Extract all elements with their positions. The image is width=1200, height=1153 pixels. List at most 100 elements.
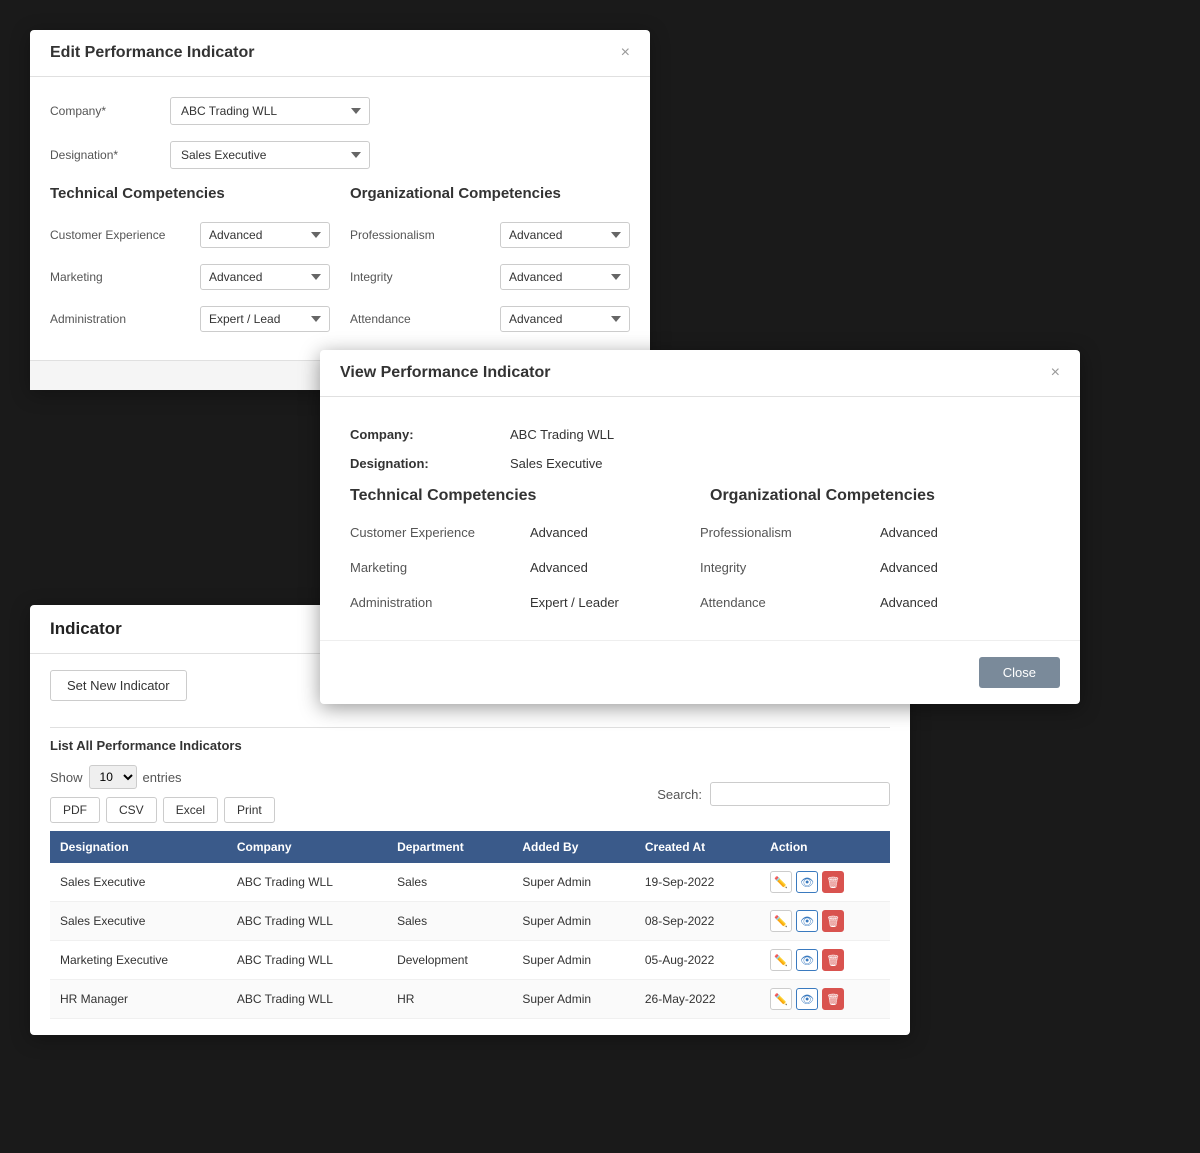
- org-competency-select-1[interactable]: Advanced: [500, 264, 630, 290]
- set-new-indicator-button[interactable]: Set New Indicator: [50, 670, 187, 701]
- designation-label: Designation*: [50, 148, 170, 162]
- view-designation-value: Sales Executive: [510, 456, 603, 471]
- view-org-row-0: Professionalism Advanced: [700, 515, 1050, 550]
- view-action-button[interactable]: 👁: [796, 910, 818, 932]
- view-tech-value-2: Expert / Leader: [530, 595, 619, 610]
- pdf-export-button[interactable]: PDF: [50, 797, 100, 823]
- delete-action-button[interactable]: 🗑: [822, 949, 844, 971]
- delete-action-button[interactable]: 🗑: [822, 988, 844, 1010]
- table-header-row: Designation Company Department Added By …: [50, 831, 890, 863]
- view-designation-label: Designation:: [350, 456, 510, 471]
- csv-export-button[interactable]: CSV: [106, 797, 157, 823]
- view-org-row-2: Attendance Advanced: [700, 585, 1050, 620]
- view-modal-header: View Performance Indicator ×: [320, 350, 1080, 397]
- cell-department: HR: [387, 980, 512, 1019]
- edit-modal-title: Edit Performance Indicator: [50, 44, 255, 62]
- tech-competency-select-1[interactable]: Advanced: [200, 264, 330, 290]
- tech-competency-label-2: Administration: [50, 312, 200, 326]
- table-row: Sales Executive ABC Trading WLL Sales Su…: [50, 902, 890, 941]
- cell-designation: Sales Executive: [50, 902, 227, 941]
- view-tech-row-1: Marketing Advanced: [350, 550, 700, 585]
- edit-modal-close-button[interactable]: ×: [621, 44, 630, 62]
- delete-action-button[interactable]: 🗑: [822, 871, 844, 893]
- designation-select[interactable]: Sales Executive: [170, 141, 370, 169]
- col-company: Company: [227, 831, 387, 863]
- cell-created-at: 26-May-2022: [635, 980, 760, 1019]
- tech-competency-label-1: Marketing: [50, 270, 200, 284]
- view-section-headers: Technical Competencies Organizational Co…: [350, 487, 1050, 505]
- edit-action-button[interactable]: ✏️: [770, 871, 792, 893]
- cell-department: Sales: [387, 863, 512, 902]
- org-competency-row-1: Integrity Advanced: [350, 256, 630, 298]
- company-select[interactable]: ABC Trading WLL: [170, 97, 370, 125]
- view-org-value-2: Advanced: [880, 595, 938, 610]
- tech-competency-select-0[interactable]: Advanced: [200, 222, 330, 248]
- tech-competency-select-2[interactable]: Expert / Lead: [200, 306, 330, 332]
- left-controls: Show 10 entries PDF CSV Excel Print: [50, 765, 275, 823]
- cell-company: ABC Trading WLL: [227, 902, 387, 941]
- cell-action: ✏️ 👁 🗑: [760, 941, 890, 980]
- cell-added-by: Super Admin: [512, 941, 635, 980]
- view-org-label-1: Integrity: [700, 560, 880, 575]
- org-competency-label-0: Professionalism: [350, 228, 500, 242]
- edit-organizational-title: Organizational Competencies: [350, 185, 630, 202]
- edit-competencies-grid: Customer Experience Advanced Marketing A…: [50, 214, 630, 340]
- view-org-label-2: Attendance: [700, 595, 880, 610]
- cell-created-at: 05-Aug-2022: [635, 941, 760, 980]
- cell-company: ABC Trading WLL: [227, 980, 387, 1019]
- view-organizational-col: Professionalism Advanced Integrity Advan…: [700, 515, 1050, 620]
- view-action-button[interactable]: 👁: [796, 988, 818, 1010]
- org-competency-row-2: Attendance Advanced: [350, 298, 630, 340]
- col-added-by: Added By: [512, 831, 635, 863]
- org-competency-label-2: Attendance: [350, 312, 500, 326]
- edit-action-button[interactable]: ✏️: [770, 988, 792, 1010]
- view-designation-row: Designation: Sales Executive: [350, 456, 1050, 471]
- cell-action: ✏️ 👁 🗑: [760, 980, 890, 1019]
- view-technical-title: Technical Competencies: [350, 487, 690, 505]
- cell-action: ✏️ 👁 🗑: [760, 863, 890, 902]
- view-org-value-1: Advanced: [880, 560, 938, 575]
- list-all-highlight: Performance Indicators: [96, 738, 241, 753]
- tech-competency-row-0: Customer Experience Advanced: [50, 214, 330, 256]
- col-action: Action: [760, 831, 890, 863]
- tech-competency-row-2: Administration Expert / Lead: [50, 298, 330, 340]
- search-input[interactable]: [710, 782, 890, 806]
- edit-action-button[interactable]: ✏️: [770, 949, 792, 971]
- view-modal-footer: Close: [320, 640, 1080, 704]
- view-company-value: ABC Trading WLL: [510, 427, 614, 442]
- view-tech-label-1: Marketing: [350, 560, 530, 575]
- view-tech-value-0: Advanced: [530, 525, 588, 540]
- cell-added-by: Super Admin: [512, 980, 635, 1019]
- org-competency-select-2[interactable]: Advanced: [500, 306, 630, 332]
- cell-designation: Marketing Executive: [50, 941, 227, 980]
- indicator-panel-title: Indicator: [50, 619, 122, 638]
- view-action-button[interactable]: 👁: [796, 871, 818, 893]
- cell-company: ABC Trading WLL: [227, 941, 387, 980]
- table-row: Sales Executive ABC Trading WLL Sales Su…: [50, 863, 890, 902]
- print-export-button[interactable]: Print: [224, 797, 275, 823]
- view-performance-modal: View Performance Indicator × Company: AB…: [320, 350, 1080, 704]
- view-close-button[interactable]: Close: [979, 657, 1060, 688]
- action-icons: ✏️ 👁 🗑: [770, 988, 880, 1010]
- view-company-row: Company: ABC Trading WLL: [350, 427, 1050, 442]
- entries-label: entries: [143, 770, 182, 785]
- list-all-text: List All: [50, 738, 96, 753]
- show-label: Show: [50, 770, 83, 785]
- view-org-value-0: Advanced: [880, 525, 938, 540]
- edit-organizational-col: Professionalism Advanced Integrity Advan…: [350, 214, 630, 340]
- edit-action-button[interactable]: ✏️: [770, 910, 792, 932]
- view-modal-body: Company: ABC Trading WLL Designation: Sa…: [320, 397, 1080, 640]
- indicator-panel-body: Set New Indicator List All Performance I…: [30, 654, 910, 1035]
- view-tech-row-0: Customer Experience Advanced: [350, 515, 700, 550]
- table-row: Marketing Executive ABC Trading WLL Deve…: [50, 941, 890, 980]
- search-row: Search:: [657, 782, 890, 806]
- view-modal-close-button[interactable]: ×: [1051, 364, 1060, 382]
- org-competency-select-0[interactable]: Advanced: [500, 222, 630, 248]
- tech-competency-label-0: Customer Experience: [50, 228, 200, 242]
- entries-select[interactable]: 10: [89, 765, 137, 789]
- edit-modal-body: Company* ABC Trading WLL Designation* Sa…: [30, 77, 650, 360]
- view-action-button[interactable]: 👁: [796, 949, 818, 971]
- delete-action-button[interactable]: 🗑: [822, 910, 844, 932]
- excel-export-button[interactable]: Excel: [163, 797, 218, 823]
- cell-added-by: Super Admin: [512, 863, 635, 902]
